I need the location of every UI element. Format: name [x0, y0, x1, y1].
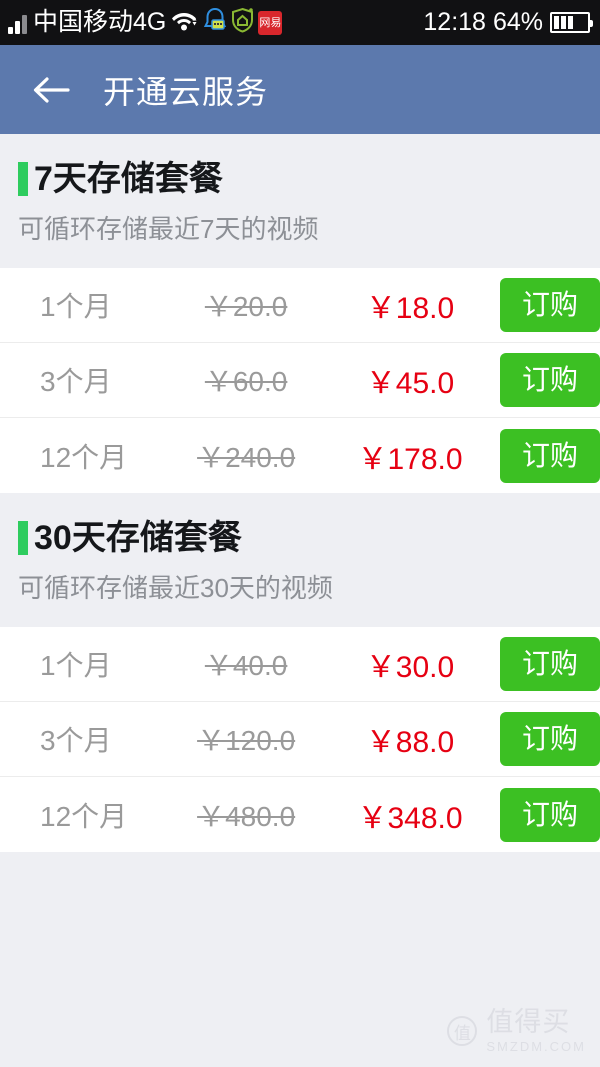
original-price-label: ￥240.0 [197, 441, 296, 473]
duration-label: 3个月 [40, 725, 112, 756]
table-row[interactable]: 12个月 ￥240.0 ￥178.0 订购 [0, 418, 600, 493]
package-title-row: 7天存储套餐 [18, 162, 600, 196]
package-list: 7天存储套餐 可循环存储最近7天的视频 1个月 ￥20.0 ￥18.0 订购 3… [0, 134, 600, 1067]
table-row[interactable]: 3个月 ￥120.0 ￥88.0 订购 [0, 702, 600, 777]
duration-label: 3个月 [40, 366, 112, 397]
package-subtitle: 可循环存储最近7天的视频 [18, 214, 319, 244]
duration-label: 12个月 [40, 800, 128, 832]
wifi-icon [171, 8, 198, 37]
app-bar: 开通云服务 [0, 45, 600, 134]
order-button-cell: 订购 [487, 278, 600, 332]
order-button[interactable]: 订购 [500, 712, 600, 766]
battery-icon [550, 12, 593, 33]
accent-bar-icon [18, 521, 28, 555]
carrier-label: 中国移动4G [33, 8, 167, 36]
order-button-cell: 订购 [487, 428, 600, 483]
order-button[interactable]: 订购 [500, 787, 600, 842]
bell-icon [203, 7, 227, 38]
current-price-label: ￥30.0 [365, 651, 455, 684]
order-button[interactable]: 订购 [500, 428, 600, 483]
original-price-label: ￥120.0 [197, 725, 296, 756]
current-price-label: ￥348.0 [357, 801, 463, 835]
original-price-label: ￥480.0 [197, 800, 296, 832]
package-header: 7天存储套餐 可循环存储最近7天的视频 [0, 134, 600, 268]
order-button-cell: 订购 [487, 637, 600, 691]
clock-label: 12:18 [423, 8, 486, 36]
accent-bar-icon [18, 162, 28, 196]
current-price-label: ￥18.0 [365, 292, 455, 325]
order-button-cell: 订购 [487, 353, 600, 407]
package-title: 7天存储套餐 [34, 160, 223, 198]
shield-home-icon [231, 7, 254, 38]
current-price-label: ￥88.0 [365, 726, 455, 759]
battery-percent-label: 64% [492, 8, 543, 36]
original-price-label: ￥60.0 [204, 366, 288, 397]
package-rows: 1个月 ￥40.0 ￥30.0 订购 3个月 ￥120.0 ￥88.0 订购 1… [0, 627, 600, 852]
package-title-row: 30天存储套餐 [18, 521, 600, 555]
status-bar-left: 中国移动4G 网易 [8, 7, 423, 38]
duration-label: 1个月 [40, 650, 112, 681]
original-price-label: ￥40.0 [204, 650, 288, 681]
signal-bars-icon [8, 12, 27, 34]
table-row[interactable]: 3个月 ￥60.0 ￥45.0 订购 [0, 343, 600, 418]
order-button[interactable]: 订购 [500, 278, 600, 332]
table-row[interactable]: 12个月 ￥480.0 ￥348.0 订购 [0, 777, 600, 852]
current-price-label: ￥45.0 [365, 367, 455, 400]
order-button[interactable]: 订购 [500, 637, 600, 691]
duration-label: 1个月 [40, 291, 112, 322]
package-subtitle: 可循环存储最近30天的视频 [18, 573, 333, 603]
status-bar: 中国移动4G 网易 12:18 64% [0, 0, 600, 45]
page-title: 开通云服务 [103, 73, 269, 110]
table-row[interactable]: 1个月 ￥20.0 ￥18.0 订购 [0, 268, 600, 343]
table-row[interactable]: 1个月 ￥40.0 ￥30.0 订购 [0, 627, 600, 702]
package-header: 30天存储套餐 可循环存储最近30天的视频 [0, 493, 600, 627]
back-arrow-icon[interactable] [30, 69, 72, 111]
order-button-cell: 订购 [487, 712, 600, 766]
status-bar-right: 12:18 64% [423, 8, 593, 36]
original-price-label: ￥20.0 [204, 291, 288, 322]
package-rows: 1个月 ￥20.0 ￥18.0 订购 3个月 ￥60.0 ￥45.0 订购 12… [0, 268, 600, 493]
netease-app-icon: 网易 [258, 10, 283, 35]
duration-label: 12个月 [40, 441, 128, 473]
current-price-label: ￥178.0 [357, 442, 463, 476]
package-title: 30天存储套餐 [34, 519, 242, 557]
order-button[interactable]: 订购 [500, 353, 600, 407]
order-button-cell: 订购 [487, 787, 600, 842]
